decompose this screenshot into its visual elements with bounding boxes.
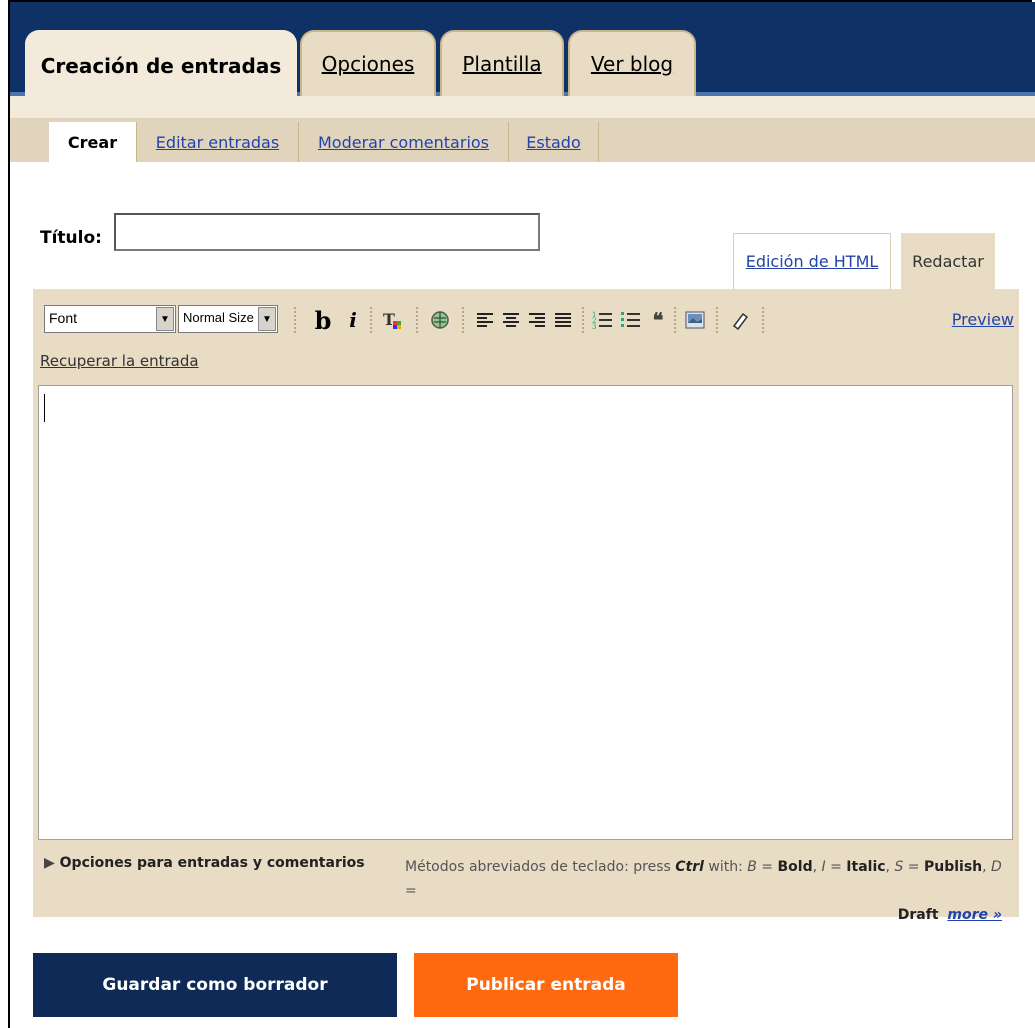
triangle-right-icon: ▶ bbox=[44, 855, 55, 871]
svg-text:3: 3 bbox=[592, 323, 596, 331]
tab-html-edit-label: Edición de HTML bbox=[745, 252, 879, 271]
shortcut-s-key: S bbox=[894, 859, 904, 875]
subnav-editar-entradas[interactable]: Editar entradas bbox=[137, 122, 299, 162]
keyboard-shortcuts: Métodos abreviados de teclado: press Ctr… bbox=[405, 859, 1002, 923]
tab-label: Plantilla bbox=[462, 52, 542, 76]
shortcuts-ctrl: Ctrl bbox=[675, 859, 704, 875]
subnav-crear[interactable]: Crear bbox=[49, 122, 137, 162]
shortcut-d-label: Draft bbox=[897, 907, 939, 923]
toolbar-separator bbox=[416, 307, 418, 333]
blockquote-icon[interactable]: ❝ bbox=[647, 307, 669, 333]
shortcut-i-key: I bbox=[821, 859, 826, 875]
publish-button[interactable]: Publicar entrada bbox=[414, 953, 678, 1017]
tab-label: Creación de entradas bbox=[40, 54, 282, 78]
more-shortcuts-link[interactable]: more » bbox=[947, 907, 1002, 923]
preview-link[interactable]: Preview bbox=[952, 310, 1014, 329]
save-draft-button[interactable]: Guardar como borrador bbox=[33, 953, 397, 1017]
numbered-list-icon[interactable]: 123 bbox=[592, 307, 614, 333]
align-right-icon[interactable] bbox=[526, 307, 548, 333]
link-icon[interactable] bbox=[429, 307, 451, 333]
tab-creacion-de-entradas[interactable]: Creación de entradas bbox=[25, 30, 297, 100]
recover-post-link[interactable]: Recuperar la entrada bbox=[40, 352, 199, 370]
shortcuts-with: with: bbox=[708, 859, 743, 875]
chevron-down-icon: ▼ bbox=[156, 307, 174, 331]
subnav-moderar-comentarios[interactable]: Moderar comentarios bbox=[299, 122, 509, 162]
justify-icon[interactable] bbox=[552, 307, 574, 333]
bullet-list-icon[interactable] bbox=[620, 307, 642, 333]
shortcut-i-label: Italic bbox=[846, 859, 886, 875]
bold-button[interactable]: b bbox=[312, 306, 334, 335]
editor-toolbar: Font ▼ Normal Size ▼ b i T 123 ❝ bbox=[44, 305, 1014, 335]
shortcut-s-label: Publish bbox=[923, 859, 983, 875]
remove-formatting-icon[interactable] bbox=[728, 307, 750, 333]
title-input[interactable] bbox=[114, 213, 540, 251]
post-body-editor[interactable] bbox=[38, 385, 1013, 840]
toolbar-separator bbox=[762, 307, 764, 333]
tab-ver-blog[interactable]: Ver blog bbox=[568, 30, 696, 96]
font-select-value: Font bbox=[49, 310, 78, 326]
text-color-icon[interactable]: T bbox=[382, 307, 404, 333]
tab-plantilla[interactable]: Plantilla bbox=[440, 30, 564, 96]
tab-opciones[interactable]: Opciones bbox=[300, 30, 436, 96]
italic-button[interactable]: i bbox=[342, 307, 364, 333]
toolbar-separator bbox=[674, 307, 676, 333]
toolbar-separator bbox=[462, 307, 464, 333]
tab-compose[interactable]: Redactar bbox=[901, 233, 995, 289]
tab-label: Opciones bbox=[321, 52, 415, 76]
subnav-estado[interactable]: Estado bbox=[509, 122, 599, 162]
toolbar-separator bbox=[370, 307, 372, 333]
text-caret bbox=[44, 394, 45, 422]
toolbar-separator bbox=[582, 307, 584, 333]
shortcut-b-label: Bold bbox=[777, 859, 813, 875]
toolbar-separator bbox=[294, 307, 296, 333]
toolbar-separator bbox=[716, 307, 718, 333]
shortcut-d-key: D bbox=[991, 859, 1002, 875]
size-select[interactable]: Normal Size ▼ bbox=[178, 305, 278, 333]
title-label: Título: bbox=[40, 228, 102, 248]
post-options-toggle[interactable]: ▶ Opciones para entradas y comentarios bbox=[44, 855, 365, 871]
shortcuts-prefix: Métodos abreviados de teclado: press bbox=[405, 859, 671, 875]
font-select[interactable]: Font ▼ bbox=[44, 305, 176, 333]
tab-label: Ver blog bbox=[590, 52, 674, 76]
align-center-icon[interactable] bbox=[500, 307, 522, 333]
chevron-down-icon: ▼ bbox=[258, 307, 276, 331]
size-select-value: Normal Size bbox=[183, 310, 254, 325]
post-options-label: Opciones para entradas y comentarios bbox=[59, 855, 365, 871]
tab-html-edit[interactable]: Edición de HTML bbox=[733, 233, 891, 289]
shortcut-b-key: B bbox=[747, 859, 757, 875]
image-icon[interactable] bbox=[684, 307, 706, 333]
align-left-icon[interactable] bbox=[474, 307, 496, 333]
